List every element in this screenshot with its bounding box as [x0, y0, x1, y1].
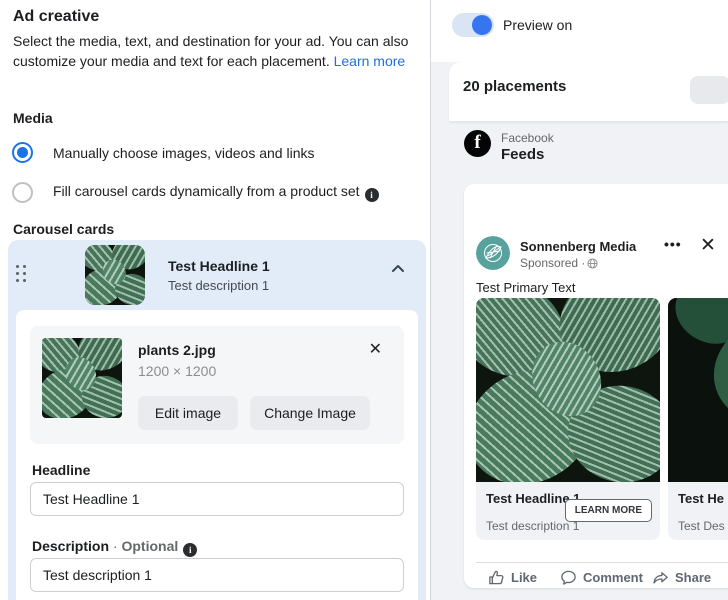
media-thumbnail-image: [42, 338, 122, 418]
media-option-manual[interactable]: Manually choose images, videos and links: [12, 142, 314, 163]
remove-media-icon[interactable]: ✕: [369, 342, 382, 358]
radio-selected-icon[interactable]: [12, 142, 33, 163]
placements-header-card: 20 placements: [449, 62, 728, 122]
learn-more-link[interactable]: Learn more: [334, 53, 406, 69]
facebook-logo-icon: f: [464, 130, 491, 157]
section-description: Select the media, text, and destination …: [13, 31, 417, 71]
ad-preview-card: Sonnenberg Media Sponsored · ••• ✕ Test …: [464, 184, 728, 588]
primary-text: Test Primary Text: [476, 280, 575, 295]
preview-card2-image[interactable]: [668, 298, 728, 482]
card-title: Test Headline 1: [168, 258, 270, 274]
carousel-cards-heading: Carousel cards: [13, 221, 114, 237]
panel-divider: [430, 0, 431, 600]
info-icon[interactable]: i: [183, 543, 197, 557]
preview-card1-footer: Test Headline 1 LEARN MORE Test descript…: [476, 482, 660, 540]
platform-name: Facebook: [501, 131, 554, 145]
preview-card2-headline: Test He: [678, 491, 724, 506]
radio-label: Manually choose images, videos and links: [53, 145, 314, 161]
like-label: Like: [511, 570, 537, 585]
like-icon: [488, 569, 505, 586]
card-detail-form: plants 2.jpg 1200 × 1200 ✕ Edit image Ch…: [16, 310, 418, 600]
card-subtitle: Test description 1: [168, 278, 269, 293]
headline-label: Headline: [32, 462, 90, 478]
actions-divider: [476, 562, 728, 563]
media-filename: plants 2.jpg: [138, 342, 216, 358]
close-preview-icon[interactable]: ✕: [700, 234, 716, 257]
more-options-icon[interactable]: •••: [664, 236, 682, 252]
info-icon[interactable]: i: [365, 188, 379, 202]
radio-label: Fill carousel cards dynamically from a p…: [53, 183, 379, 202]
media-option-dynamic[interactable]: Fill carousel cards dynamically from a p…: [12, 182, 379, 203]
share-icon: [652, 569, 669, 586]
page-name: Sonnenberg Media: [520, 239, 636, 254]
placements-count: 20 placements: [463, 78, 566, 95]
description-input[interactable]: [30, 558, 404, 592]
share-button[interactable]: Share: [652, 569, 711, 586]
preview-card1-image[interactable]: [476, 298, 660, 482]
drag-handle-icon[interactable]: [16, 265, 27, 286]
media-heading: Media: [13, 110, 53, 126]
like-button[interactable]: Like: [488, 569, 537, 586]
page-title: Ad creative: [13, 8, 99, 26]
media-dimensions: 1200 × 1200: [138, 363, 216, 379]
change-image-button[interactable]: Change Image: [250, 396, 370, 430]
preview-card2-description: Test Des: [678, 519, 725, 533]
optional-text: Optional: [121, 538, 178, 554]
page-avatar: [476, 236, 510, 270]
description-label: Description · Optional i: [32, 538, 197, 557]
comment-label: Comment: [583, 570, 643, 585]
description-label-text: Description: [32, 538, 109, 554]
sponsored-text: Sponsored ·: [520, 256, 585, 270]
placement-name: Feeds: [501, 146, 544, 163]
edit-image-button[interactable]: Edit image: [138, 396, 238, 430]
globe-icon: [587, 258, 598, 269]
preview-toggle[interactable]: [452, 13, 494, 37]
comment-icon: [560, 569, 577, 586]
label-separator: ·: [109, 538, 121, 554]
media-attachment-panel: plants 2.jpg 1200 × 1200 ✕ Edit image Ch…: [30, 326, 404, 444]
placements-nav-button[interactable]: [690, 76, 728, 104]
card-thumbnail-image: [85, 245, 145, 305]
headline-input[interactable]: [30, 482, 404, 516]
ads-manager-screen: Ad creative Select the media, text, and …: [0, 0, 728, 600]
chevron-up-icon[interactable]: [386, 258, 410, 282]
comment-button[interactable]: Comment: [560, 569, 643, 586]
sponsored-label: Sponsored ·: [520, 256, 598, 270]
carousel-card: Test Headline 1 Test description 1 plant…: [8, 240, 426, 600]
share-label: Share: [675, 570, 711, 585]
preview-toggle-label: Preview on: [503, 17, 572, 33]
preview-card1-description: Test description 1: [486, 519, 579, 533]
radio-label-text: Fill carousel cards dynamically from a p…: [53, 183, 360, 199]
radio-unselected-icon[interactable]: [12, 182, 33, 203]
toggle-knob[interactable]: [472, 15, 492, 35]
preview-card2-footer: Test He Test Des: [668, 482, 728, 540]
